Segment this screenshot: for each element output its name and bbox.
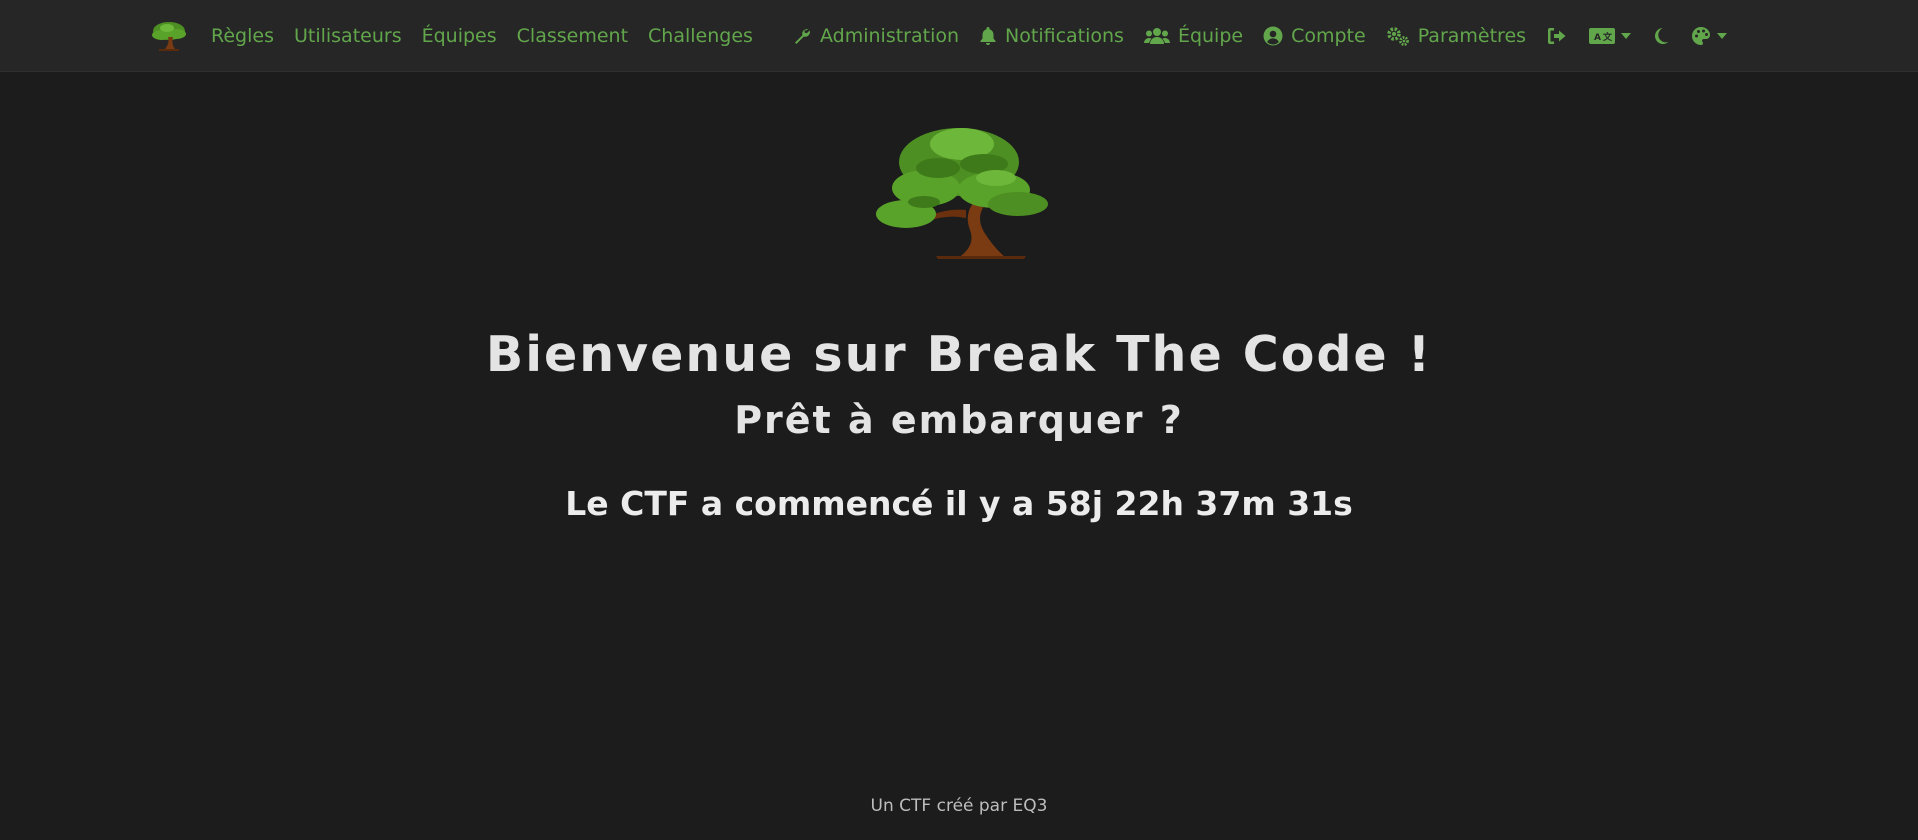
dark-mode-toggle[interactable] (1642, 16, 1680, 56)
nav-link-classement[interactable]: Classement (507, 16, 638, 56)
nav-link-compte[interactable]: Compte (1253, 16, 1376, 56)
users-icon (1143, 26, 1170, 46)
bonsai-logo (866, 118, 1052, 260)
nav-link-administration-label: Administration (820, 25, 960, 47)
wrench-icon (792, 26, 812, 46)
nav-link-administration[interactable]: Administration (782, 16, 969, 56)
chevron-down-icon (1621, 33, 1632, 39)
nav-link-parametres[interactable]: Paramètres (1376, 16, 1536, 56)
footer-credit: Un CTF créé par EQ3 (870, 796, 1048, 816)
ctf-countdown: Le CTF a commencé il y a 58j 22h 37m 31s (565, 484, 1353, 523)
nav-primary: Règles Utilisateurs Équipes Classement C… (201, 0, 763, 72)
nav-link-equipe-label: Équipe (1177, 25, 1244, 47)
nav-link-notifications[interactable]: Notifications (969, 16, 1134, 56)
language-icon: A文 (1589, 28, 1616, 44)
bonsai-tree-icon (152, 22, 186, 51)
nav-link-equipes[interactable]: Équipes (412, 16, 507, 56)
bonsai-tree-icon (876, 128, 1048, 259)
nav-link-equipe[interactable]: Équipe (1134, 16, 1253, 56)
bell-icon (979, 26, 997, 46)
language-dropdown[interactable]: A文 (1578, 16, 1642, 56)
nav-link-compte-label: Compte (1291, 25, 1366, 47)
user-circle-icon (1263, 26, 1283, 46)
brand-logo[interactable] (149, 19, 189, 53)
logout-button[interactable] (1536, 16, 1578, 56)
svg-text:文: 文 (1602, 31, 1613, 43)
nav-secondary: Administration Notifications Équipe Comp… (782, 0, 1738, 72)
nav-link-challenges[interactable]: Challenges (638, 16, 763, 56)
nav-link-notifications-label: Notifications (1005, 25, 1124, 47)
nav-link-parametres-label: Paramètres (1417, 25, 1527, 47)
logout-icon (1547, 27, 1567, 45)
navbar: Règles Utilisateurs Équipes Classement C… (0, 0, 1918, 72)
page-subtitle: Prêt à embarquer ? (734, 398, 1184, 442)
moon-icon (1653, 27, 1669, 45)
nav-link-utilisateurs[interactable]: Utilisateurs (284, 16, 412, 56)
theme-dropdown[interactable] (1680, 16, 1738, 56)
chevron-down-icon (1717, 33, 1728, 39)
gears-icon (1386, 26, 1410, 46)
page-title: Bienvenue sur Break The Code ! (485, 326, 1433, 383)
palette-icon (1691, 26, 1711, 46)
svg-text:A: A (1594, 33, 1601, 43)
nav-link-regles[interactable]: Règles (201, 16, 284, 56)
